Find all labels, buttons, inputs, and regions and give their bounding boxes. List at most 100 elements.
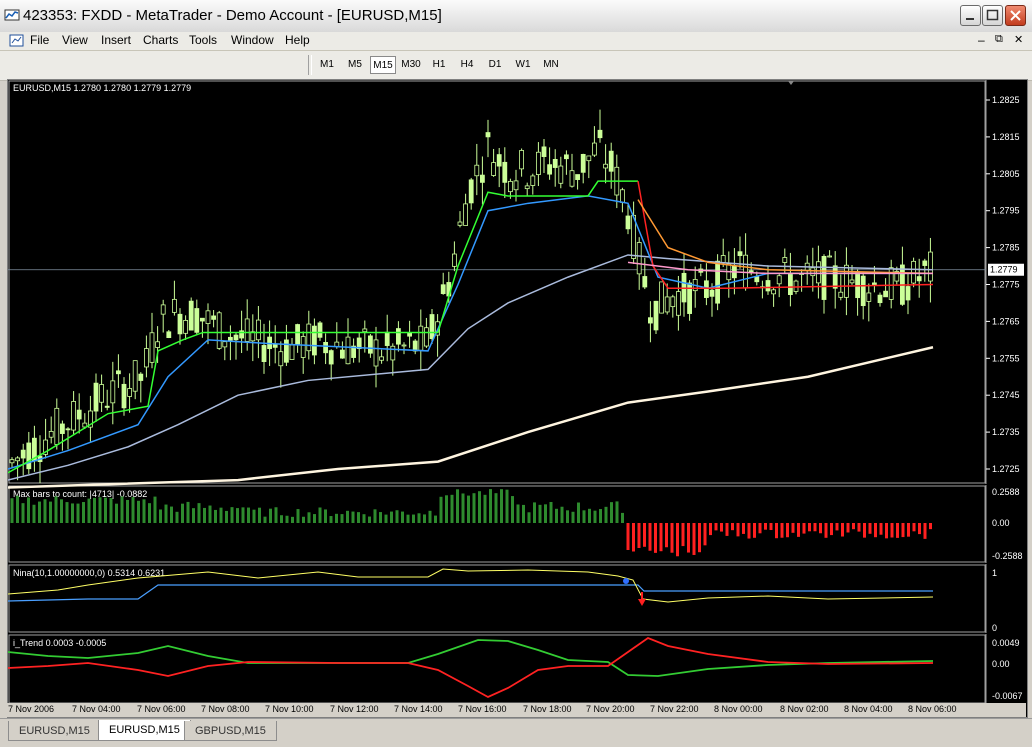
menu-window[interactable]: Window (231, 33, 274, 47)
histogram-bar (93, 497, 96, 523)
maximize-button[interactable] (982, 5, 1003, 26)
histogram-bar (192, 508, 195, 523)
candle-body (233, 334, 239, 341)
candle-body (676, 291, 681, 316)
minimize-button[interactable] (960, 5, 981, 26)
child-restore-button[interactable]: ⧉ (995, 33, 1003, 46)
maximize-icon (986, 9, 999, 21)
title-bar[interactable]: 423353: FXDD - MetaTrader - Demo Account… (0, 0, 1032, 33)
nina-dot-marker (623, 578, 629, 584)
candle-body (648, 317, 653, 324)
histogram-bar (648, 523, 652, 551)
candle-body (575, 174, 580, 180)
histogram-bar (274, 507, 278, 523)
histogram-bar (929, 523, 932, 530)
time-tick-label: 8 Nov 04:00 (844, 704, 893, 714)
histogram-bar (351, 511, 355, 523)
timeframe-w1-button[interactable]: W1 (510, 56, 536, 74)
itrend-green-line (8, 639, 934, 677)
candle-body (155, 341, 161, 348)
candle-body (71, 401, 76, 431)
price-chart[interactable]: 1.2825 1.2815 1.2805 1.2795 1.2785 1.2775 1.27… (8, 80, 1027, 704)
histogram-bar (720, 523, 723, 532)
histogram-bar (434, 515, 437, 523)
timeframe-m15-button[interactable]: M15 (370, 56, 396, 74)
time-tick-label: 7 Nov 06:00 (137, 704, 186, 714)
child-close-button[interactable]: ✕ (1014, 33, 1023, 46)
histogram-bar (544, 504, 547, 523)
timeframe-mn-button[interactable]: MN (538, 56, 564, 74)
histogram-bar (610, 502, 613, 523)
histogram-bar (21, 503, 25, 523)
histogram-bar (654, 523, 657, 553)
candle-body (704, 280, 709, 298)
histogram-bar (632, 523, 635, 552)
candle-body (608, 150, 614, 172)
candle-body (860, 275, 866, 307)
timeframe-h1-button[interactable]: H1 (426, 56, 452, 74)
candle-body (776, 275, 782, 285)
histogram-bar (379, 512, 382, 523)
histogram-bar (164, 504, 168, 523)
chart-tab-3[interactable]: GBPUSD,M15 (184, 721, 277, 741)
candle-body (597, 129, 603, 139)
candle-body (283, 339, 289, 363)
candle-body (620, 189, 625, 203)
candle-body (390, 345, 396, 361)
histogram-bar (599, 509, 602, 523)
chart-shift-marker[interactable] (788, 81, 794, 85)
histogram-bar (593, 510, 597, 523)
candle-body (272, 344, 278, 348)
menu-tools[interactable]: Tools (189, 33, 217, 47)
histogram-bar (390, 511, 393, 523)
candle-body (536, 151, 541, 175)
candle-body (479, 174, 485, 183)
menu-view[interactable]: View (62, 33, 88, 47)
timeframe-d1-button[interactable]: D1 (482, 56, 508, 74)
time-tick-label: 7 Nov 14:00 (394, 704, 443, 714)
itrend-tick-label: 0.00 (992, 659, 1010, 669)
chart-tab-1[interactable]: EURUSD,M15 (8, 721, 101, 741)
price-tick-label: 1.2745 (992, 390, 1020, 400)
time-tick-label: 8 Nov 02:00 (780, 704, 829, 714)
histogram-bar (291, 516, 294, 523)
histogram-bar (98, 497, 102, 523)
histogram-bar (302, 516, 305, 523)
histogram-bar (577, 502, 580, 523)
candle-body (143, 348, 149, 368)
histogram-bar (82, 502, 85, 523)
histogram-bar (560, 506, 564, 523)
histogram-bar (219, 507, 223, 523)
histogram-bar (786, 523, 789, 538)
chart-window[interactable]: 1.2825 1.2815 1.2805 1.2795 1.2785 1.2775 1.27… (7, 79, 1028, 718)
child-minimize-button[interactable]: – (978, 33, 985, 47)
candle-body (782, 257, 788, 263)
chart-tab-2[interactable]: EURUSD,M15 (98, 720, 191, 741)
timeframe-m5-button[interactable]: M5 (342, 56, 368, 74)
chart-window-icon[interactable] (9, 33, 24, 48)
histogram-bar (214, 509, 217, 523)
main-panel[interactable] (8, 80, 986, 484)
histogram-bar (197, 503, 201, 523)
candle-body (418, 325, 424, 351)
timeframe-m30-button[interactable]: M30 (398, 56, 424, 74)
time-tick-label: 7 Nov 10:00 (265, 704, 314, 714)
candle-body (580, 153, 586, 173)
timeframe-m1-button[interactable]: M1 (314, 56, 340, 74)
toolbar-grip[interactable] (308, 55, 312, 75)
histogram-bar (307, 512, 311, 523)
candle-body (765, 280, 771, 292)
candle-body (788, 272, 793, 295)
price-tick-label: 1.2765 (992, 316, 1020, 326)
itrend-red-line (8, 636, 934, 699)
histogram-bar (835, 523, 839, 531)
timeframe-h4-button[interactable]: H4 (454, 56, 480, 74)
histogram-bar (615, 501, 619, 523)
histogram-bar (335, 513, 338, 523)
menu-insert[interactable]: Insert (101, 33, 131, 47)
close-button[interactable] (1005, 5, 1026, 26)
menu-charts[interactable]: Charts (143, 33, 178, 47)
histogram-bar (368, 516, 371, 523)
menu-help[interactable]: Help (285, 33, 310, 47)
menu-file[interactable]: File (30, 33, 49, 47)
